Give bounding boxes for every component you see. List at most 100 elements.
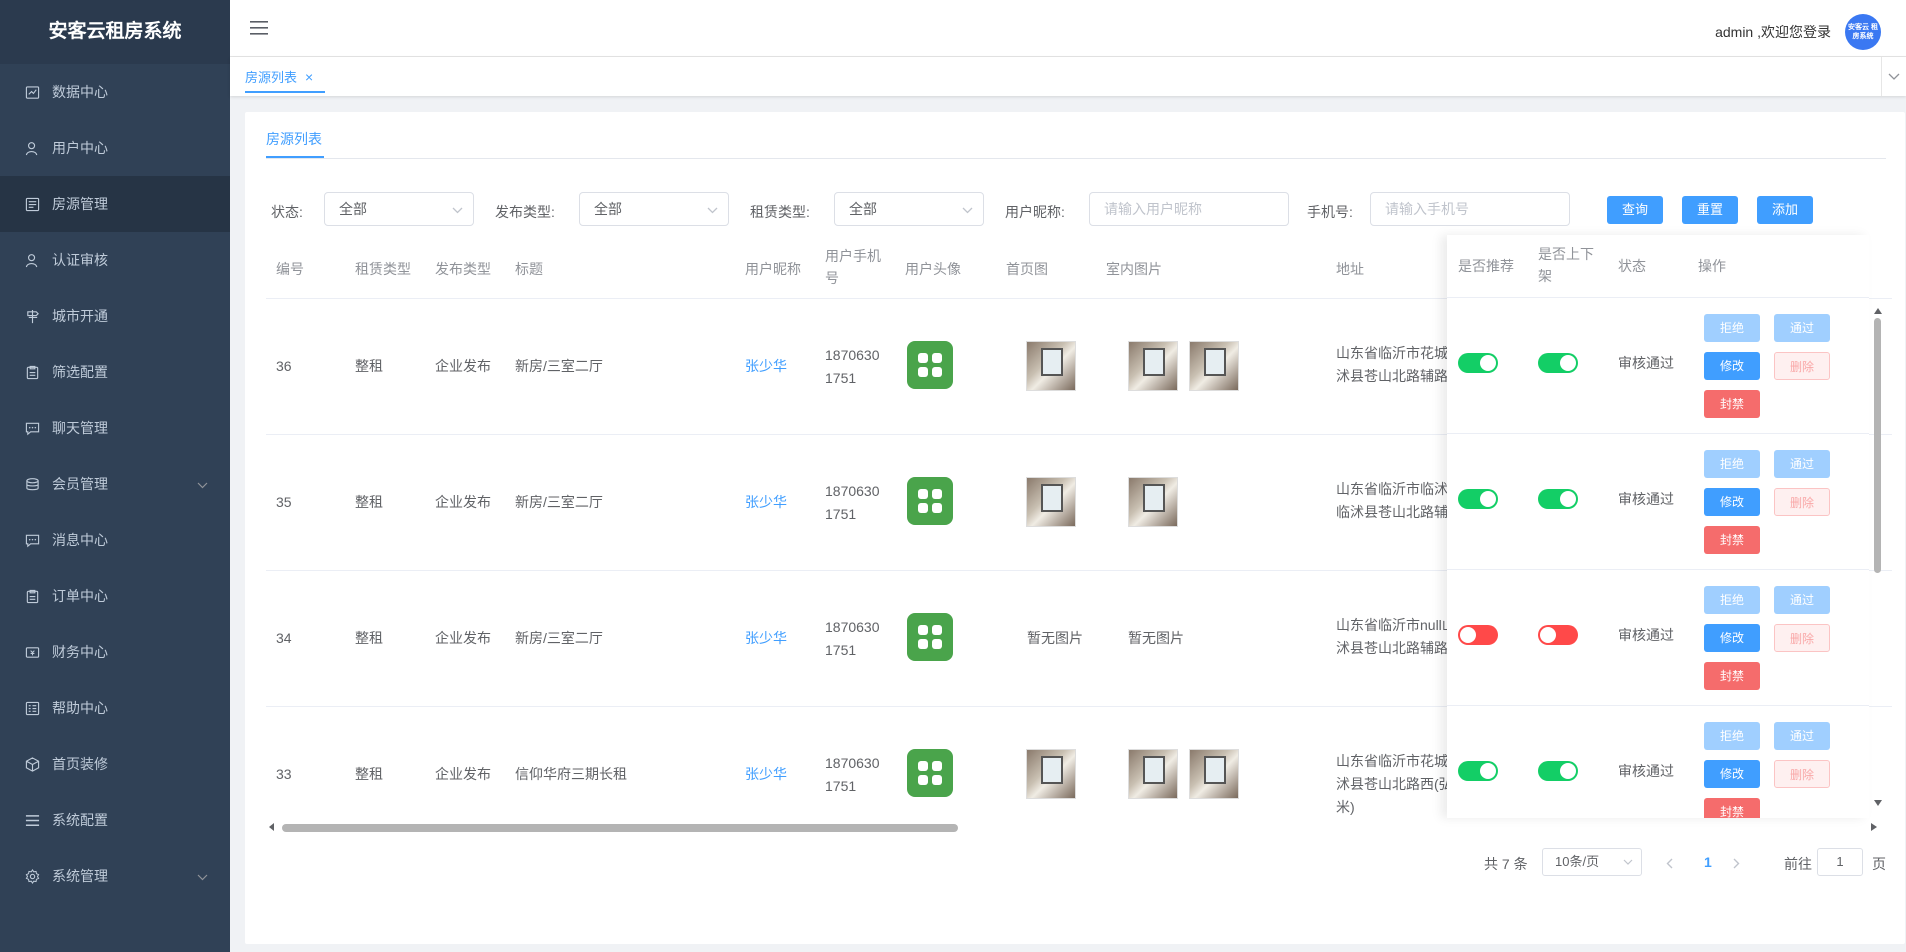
vscroll-thumb[interactable]	[1874, 318, 1881, 573]
sidebar-item[interactable]: 首页装修	[0, 736, 230, 792]
tab-house-list[interactable]: 房源列表	[266, 128, 322, 150]
cell-status: 审核通过	[1618, 355, 1674, 371]
edit-button[interactable]: 修改	[1704, 352, 1760, 380]
sidebar-item[interactable]: 系统配置	[0, 792, 230, 848]
current-page[interactable]: 1	[1704, 854, 1712, 870]
cover-image[interactable]	[1026, 477, 1076, 527]
sidebar-item[interactable]: 帮助中心	[0, 680, 230, 736]
reset-button[interactable]: 重置	[1682, 196, 1738, 224]
sidebar-item-label: 消息中心	[52, 532, 108, 548]
sidebar-item[interactable]: 认证审核	[0, 232, 230, 288]
cell-nickname-link[interactable]: 张少华	[745, 627, 787, 649]
pass-button[interactable]: 通过	[1774, 314, 1830, 342]
scroll-left-icon	[269, 823, 274, 831]
indoor-image[interactable]	[1128, 341, 1178, 391]
shelf-switch[interactable]	[1538, 353, 1578, 373]
sidebar: 安客云租房系统 数据中心 用户中心 房源管理 认证审核 城市开通 筛选配置 聊天管理 会员管理…	[0, 0, 230, 952]
cell-address-line3: 米)	[1336, 799, 1355, 815]
cell-nickname-link[interactable]: 张少华	[745, 763, 787, 785]
delete-button[interactable]: 删除	[1774, 488, 1830, 516]
indoor-image[interactable]	[1128, 477, 1178, 527]
cell-address-line1: 山东省临沂市临沭	[1336, 481, 1448, 497]
indoor-image[interactable]	[1128, 749, 1178, 799]
recommend-switch[interactable]	[1458, 489, 1498, 509]
user-avatar-image[interactable]	[907, 613, 953, 661]
cover-image[interactable]	[1026, 341, 1076, 391]
hamburger-icon[interactable]	[250, 20, 268, 39]
cell-publish-type: 企业发布	[435, 630, 491, 646]
sidebar-item[interactable]: 筛选配置	[0, 344, 230, 400]
shelf-switch[interactable]	[1538, 625, 1578, 645]
page-size-select[interactable]: 10条/页	[1542, 848, 1642, 876]
indoor-image[interactable]	[1189, 749, 1239, 799]
reject-button[interactable]: 拒绝	[1704, 722, 1760, 750]
edit-button[interactable]: 修改	[1704, 624, 1760, 652]
recommend-switch[interactable]	[1458, 761, 1498, 781]
pass-button[interactable]: 通过	[1774, 586, 1830, 614]
edit-button[interactable]: 修改	[1704, 488, 1760, 516]
reject-button[interactable]: 拒绝	[1704, 314, 1760, 342]
ban-button[interactable]: 封禁	[1704, 526, 1760, 554]
sidebar-item[interactable]: 城市开通	[0, 288, 230, 344]
delete-button[interactable]: 删除	[1774, 352, 1830, 380]
cell-address-line1: 山东省临沂市花城	[1336, 345, 1448, 361]
delete-button[interactable]: 删除	[1774, 624, 1830, 652]
status-select[interactable]: 全部	[324, 192, 474, 226]
reject-button[interactable]: 拒绝	[1704, 586, 1760, 614]
ban-button[interactable]: 封禁	[1704, 390, 1760, 418]
recommend-switch[interactable]	[1458, 625, 1498, 645]
cell-rent-type: 整租	[355, 630, 383, 646]
ban-button[interactable]: 封禁	[1704, 662, 1760, 690]
sidebar-item[interactable]: 会员管理	[0, 456, 230, 512]
edit-button[interactable]: 修改	[1704, 760, 1760, 788]
user-avatar-image[interactable]	[907, 477, 953, 525]
sidebar-item[interactable]: 房源管理	[0, 176, 230, 232]
delete-button[interactable]: 删除	[1774, 760, 1830, 788]
sidebar-item[interactable]: 消息中心	[0, 512, 230, 568]
prev-page-icon[interactable]	[1666, 858, 1673, 869]
search-button[interactable]: 查询	[1607, 196, 1663, 224]
nickname-input[interactable]: 请输入用户昵称	[1089, 192, 1289, 226]
col-status: 状态	[1618, 258, 1646, 274]
phone-input[interactable]: 请输入手机号	[1370, 192, 1570, 226]
sidebar-item[interactable]: 聊天管理	[0, 400, 230, 456]
cell-status: 审核通过	[1618, 763, 1674, 779]
cell-address-line2: 沭县苍山北路西(弘	[1336, 776, 1453, 792]
shelf-switch[interactable]	[1538, 489, 1578, 509]
indoor-image[interactable]	[1189, 341, 1239, 391]
scrollbar-thumb[interactable]	[282, 824, 958, 832]
chevron-down-icon[interactable]	[1881, 57, 1906, 96]
cell-id: 36	[276, 358, 292, 374]
sidebar-item[interactable]: 财务中心	[0, 624, 230, 680]
pass-button[interactable]: 通过	[1774, 722, 1830, 750]
user-avatar-image[interactable]	[907, 749, 953, 797]
close-icon[interactable]: ×	[305, 69, 313, 85]
reject-button[interactable]: 拒绝	[1704, 450, 1760, 478]
tag-house-list[interactable]: 房源列表 ×	[245, 67, 313, 86]
cell-nickname-link[interactable]: 张少华	[745, 355, 787, 377]
chevron-down-icon	[197, 868, 208, 884]
shelf-switch[interactable]	[1538, 761, 1578, 781]
horizontal-scrollbar[interactable]	[266, 820, 1892, 834]
goto-input[interactable]: 1	[1817, 848, 1863, 876]
cover-image[interactable]	[1026, 749, 1076, 799]
sidebar-item[interactable]: 订单中心	[0, 568, 230, 624]
publish-type-select[interactable]: 全部	[579, 192, 729, 226]
cell-title: 新房/三室二厅	[515, 630, 603, 646]
cell-nickname-link[interactable]: 张少华	[745, 491, 787, 513]
user-avatar-image[interactable]	[907, 341, 953, 389]
next-page-icon[interactable]	[1733, 858, 1740, 869]
ban-button[interactable]: 封禁	[1704, 798, 1760, 818]
avatar[interactable]: 安客云 租房系统	[1845, 14, 1881, 50]
recommend-switch[interactable]	[1458, 353, 1498, 373]
add-button[interactable]: 添加	[1757, 196, 1813, 224]
app-title: 安客云租房系统	[0, 0, 230, 64]
sidebar-item[interactable]: 用户中心	[0, 120, 230, 176]
rent-type-select[interactable]: 全部	[834, 192, 984, 226]
sidebar-item[interactable]: 数据中心	[0, 64, 230, 120]
cell-publish-type: 企业发布	[435, 358, 491, 374]
vertical-scrollbar[interactable]	[1872, 308, 1884, 808]
sidebar-item[interactable]: 系统管理	[0, 848, 230, 904]
cell-rent-type: 整租	[355, 766, 383, 782]
pass-button[interactable]: 通过	[1774, 450, 1830, 478]
